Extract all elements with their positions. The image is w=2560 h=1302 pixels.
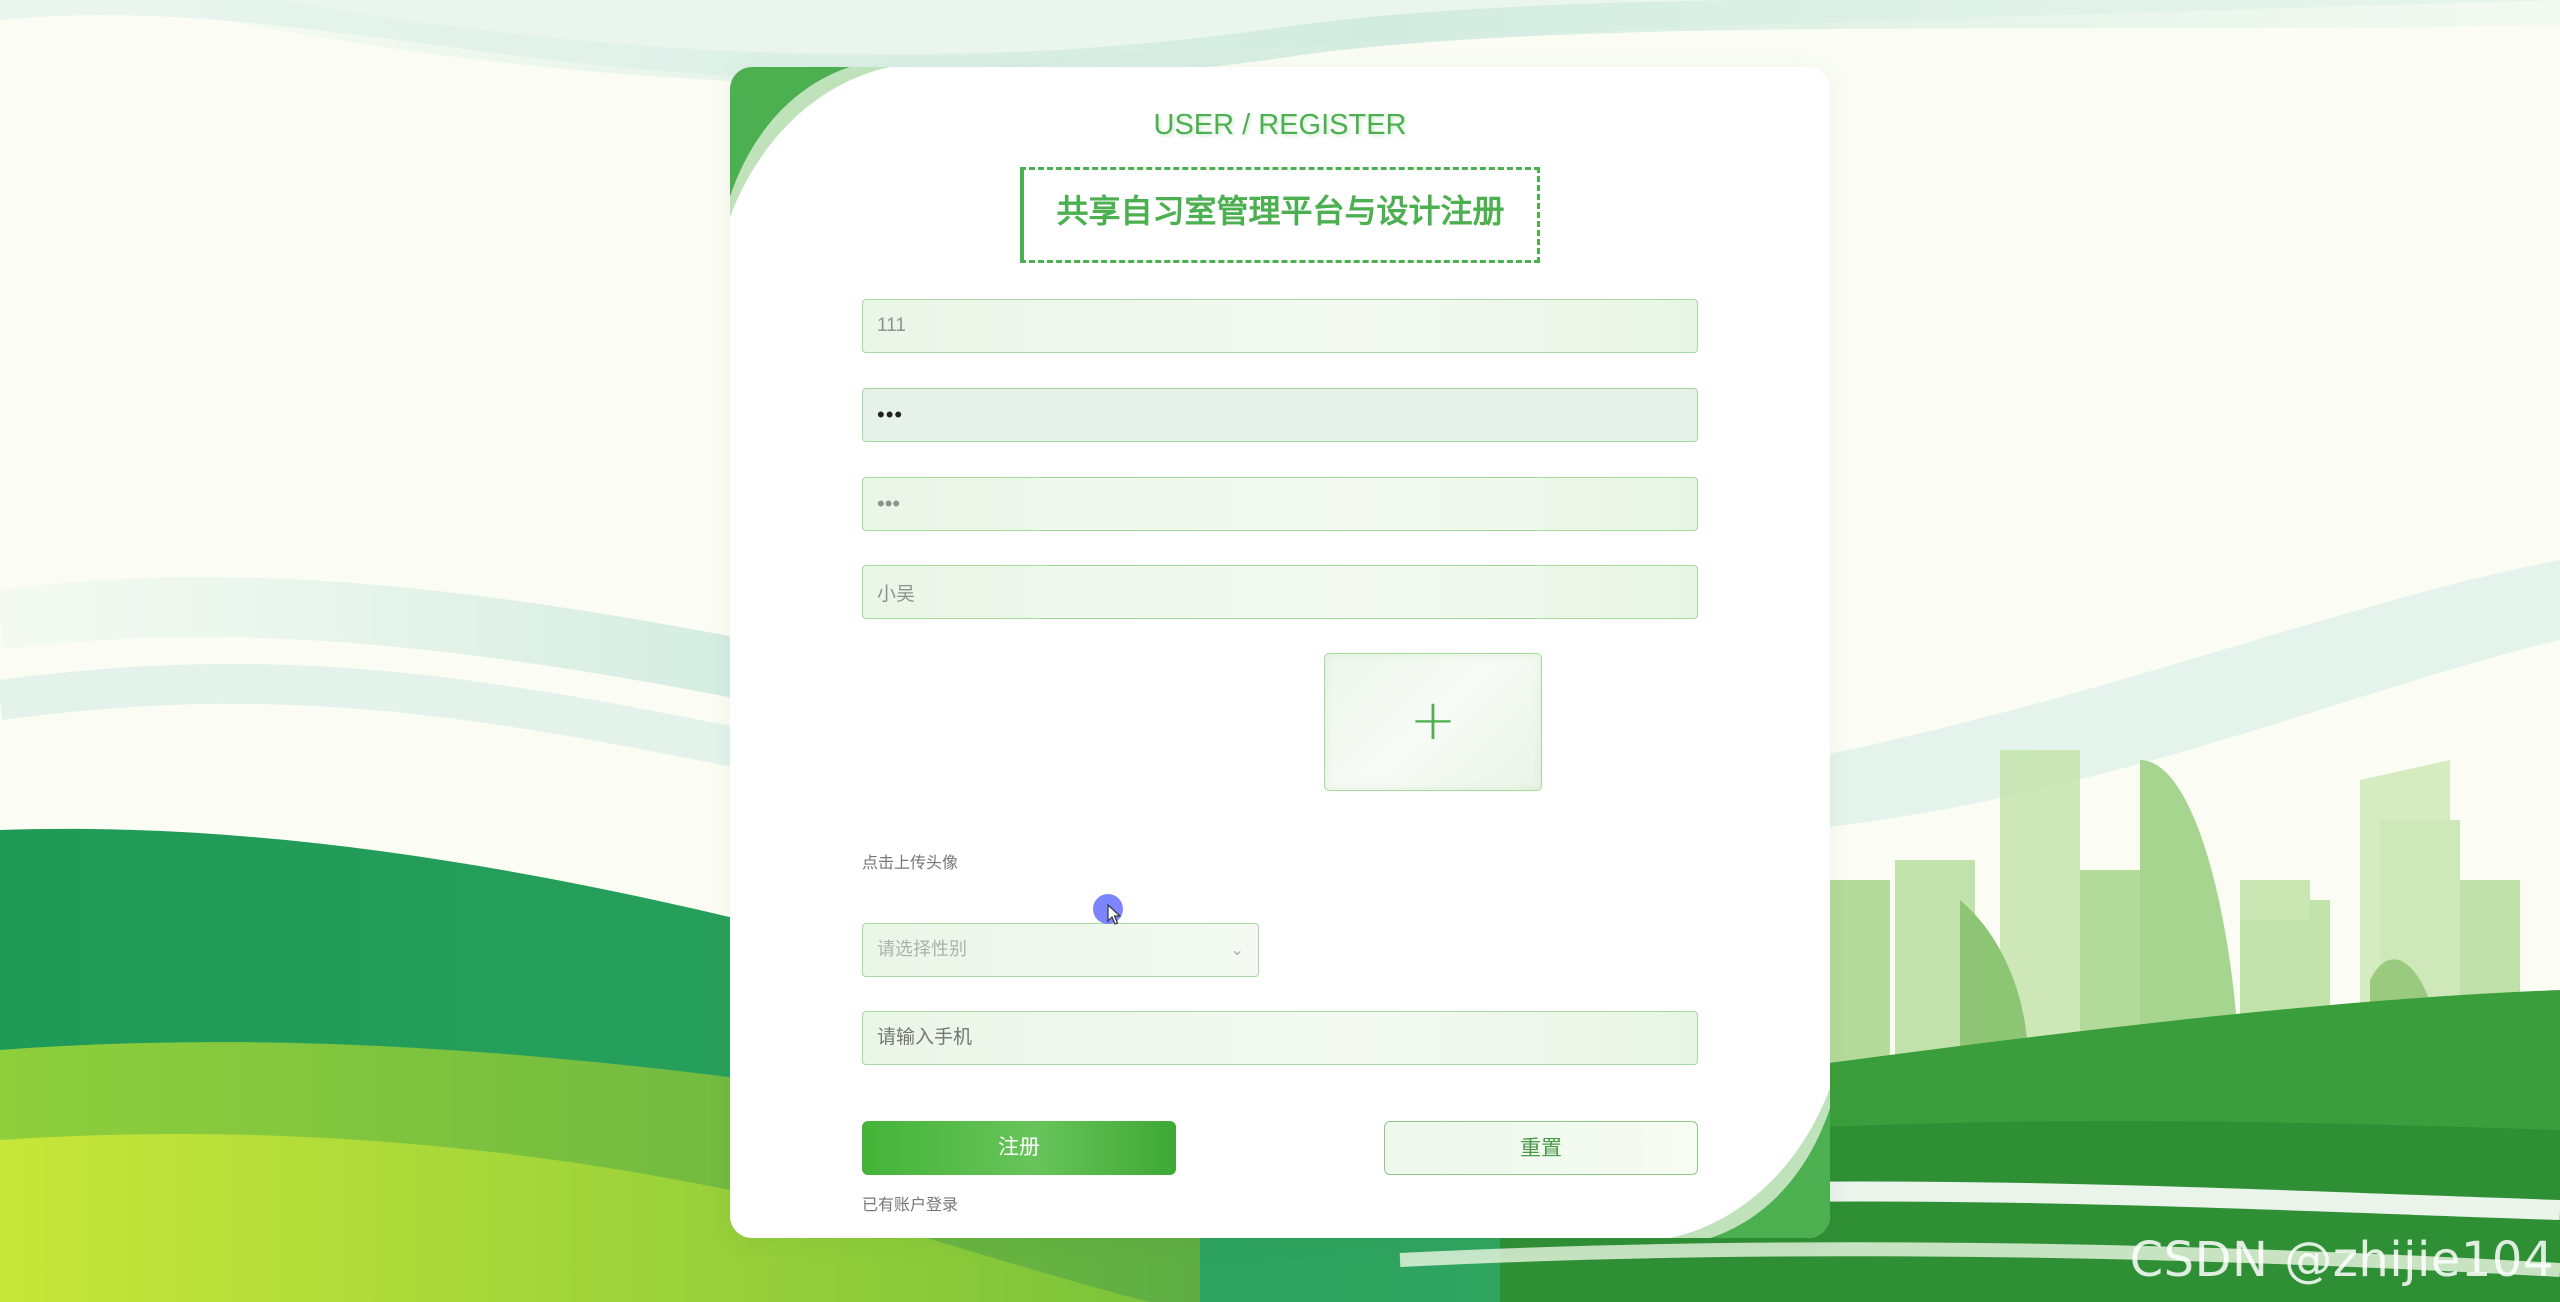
- title-frame: 共享自习室管理平台与设计注册: [1020, 167, 1540, 263]
- watermark: CSDN @zhijie104: [2129, 1232, 2554, 1288]
- username-input[interactable]: [862, 299, 1698, 353]
- name-input[interactable]: [862, 565, 1698, 619]
- mouse-cursor-icon: [1107, 904, 1122, 925]
- chevron-down-icon: ⌄: [1230, 940, 1244, 959]
- password-input[interactable]: •••: [862, 388, 1698, 442]
- plus-icon: +: [1409, 688, 1457, 754]
- register-button[interactable]: 注册: [862, 1121, 1176, 1175]
- confirm-password-input[interactable]: •••: [862, 477, 1698, 531]
- phone-input[interactable]: [862, 1011, 1698, 1065]
- reset-button[interactable]: 重置: [1384, 1121, 1698, 1175]
- card-corner-decoration: [730, 67, 890, 217]
- login-link[interactable]: 已有账户登录: [862, 1191, 958, 1215]
- avatar-upload-hint: 点击上传头像: [862, 853, 959, 872]
- page-subtitle: USER / REGISTER: [1153, 109, 1407, 141]
- gender-select[interactable]: 请选择性别 ⌄: [862, 923, 1259, 977]
- avatar-upload-box[interactable]: +: [1324, 653, 1542, 791]
- page-title: 共享自习室管理平台与设计注册: [1056, 192, 1505, 230]
- gender-select-placeholder: 请选择性别: [877, 939, 967, 960]
- register-card: USER / REGISTER 共享自习室管理平台与设计注册 ••• ••• +…: [730, 67, 1830, 1238]
